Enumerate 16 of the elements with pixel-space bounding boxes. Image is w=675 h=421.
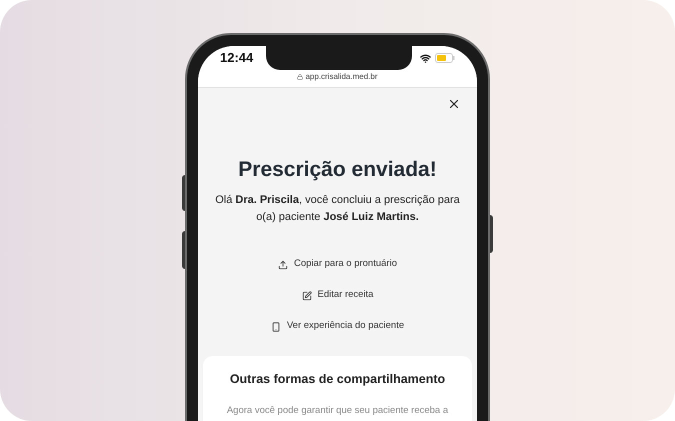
action-link[interactable]: Ver experiência do paciente [270,318,404,336]
status-time: 12:44 [220,49,254,68]
upload-icon [278,260,288,270]
confirmation-message: Olá Dra. Priscila, você concluiu a prescrição para o(a) paciente José Luiz Martins. [214,192,461,224]
screen-title: Prescrição enviada! [237,157,438,183]
close-button[interactable] [447,97,461,111]
battery-icon [435,53,455,63]
action-link[interactable]: Editar receita [302,286,374,304]
url-text[interactable]: app.crisalida.med.br [305,71,378,83]
phone-icon [270,322,281,332]
lock-icon [297,74,304,80]
edit-icon [302,290,312,300]
action-link[interactable]: Copiar para o prontuário [278,256,397,274]
card-text: Agora você pode garantir que seu paciente receba a [226,404,448,418]
wifi-icon [420,52,431,64]
card-title: Outras formas de compartilhamento [230,370,446,388]
